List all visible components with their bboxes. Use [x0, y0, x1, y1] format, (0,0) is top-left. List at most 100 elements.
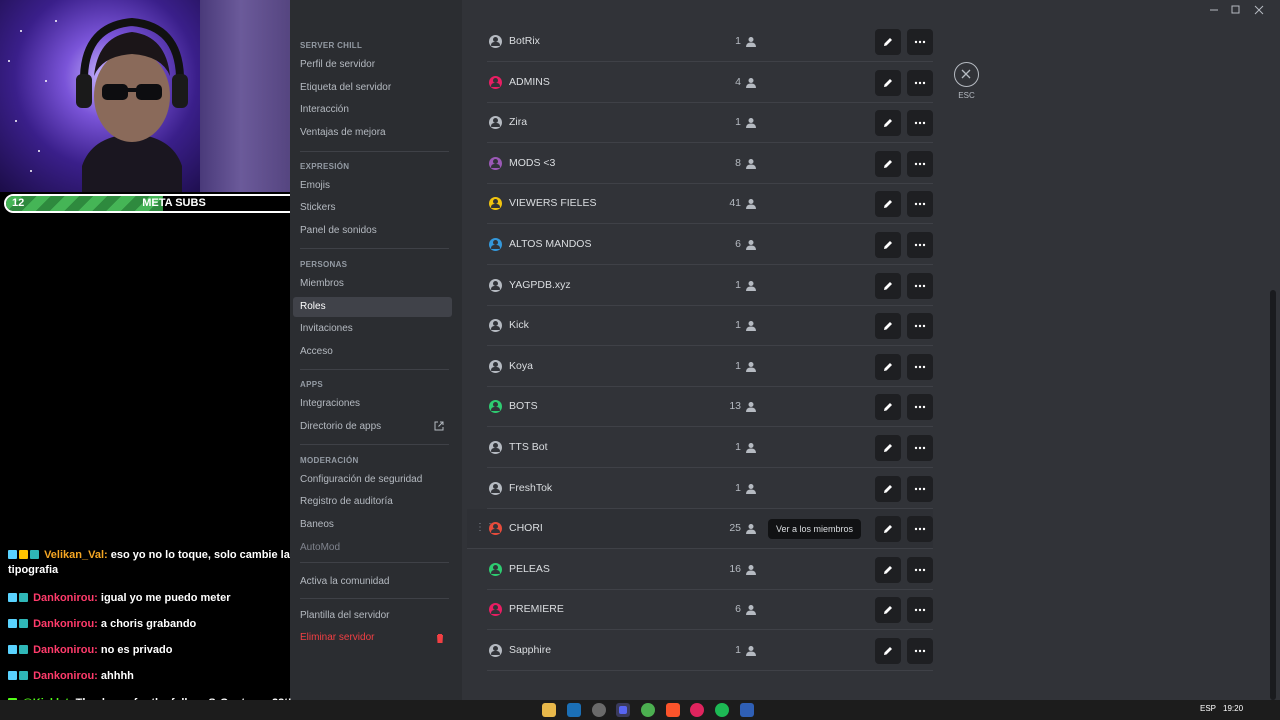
spotify-icon[interactable]	[715, 703, 729, 717]
role-row[interactable]: ADMINS 4	[487, 63, 933, 103]
steam-icon[interactable]	[567, 703, 581, 717]
sidebar-item-enable-community[interactable]: Activa la comunidad	[293, 572, 452, 592]
person-icon[interactable]	[745, 35, 757, 47]
sidebar-item-stickers[interactable]: Stickers	[293, 198, 452, 218]
sidebar-item-automod[interactable]: AutoMod	[293, 538, 452, 558]
language-indicator[interactable]: ESP	[1200, 704, 1216, 713]
sidebar-item-server-profile[interactable]: Perfil de servidor	[293, 55, 452, 75]
sidebar-item-integrations[interactable]: Integraciones	[293, 394, 452, 414]
more-options-button[interactable]	[907, 272, 933, 299]
role-row[interactable]: TTS Bot 1	[487, 428, 933, 468]
edit-role-button[interactable]	[875, 435, 901, 461]
edit-role-button[interactable]	[875, 353, 901, 380]
person-icon[interactable]	[745, 400, 757, 413]
role-member-count[interactable]: 1	[735, 319, 741, 331]
role-row[interactable]: Kick 1	[487, 306, 933, 347]
role-row[interactable]: ⋮⋮ CHORI 25 Ver a los miembros	[467, 509, 933, 550]
person-icon[interactable]	[745, 157, 757, 169]
role-member-count[interactable]: 1	[735, 644, 741, 656]
role-member-count[interactable]: 25	[729, 522, 741, 534]
person-icon[interactable]	[745, 644, 757, 656]
sidebar-item-soundboard[interactable]: Panel de sonidos	[293, 221, 452, 241]
more-options-button[interactable]	[907, 232, 933, 258]
more-options-button[interactable]	[907, 69, 933, 96]
clock[interactable]: 19:20	[1223, 704, 1243, 713]
role-row[interactable]: PELEAS 16	[487, 550, 933, 590]
more-options-button[interactable]	[907, 475, 933, 502]
sidebar-item-boost-perks[interactable]: Ventajas de mejora	[293, 123, 452, 143]
role-row[interactable]: VIEWERS FIELES 41	[487, 184, 933, 225]
role-member-count[interactable]: 13	[729, 400, 741, 412]
role-row[interactable]: BOTS 13	[487, 387, 933, 428]
role-member-count[interactable]: 1	[735, 35, 741, 47]
person-icon[interactable]	[745, 76, 757, 88]
chrome-icon[interactable]	[641, 703, 655, 717]
person-icon[interactable]	[745, 482, 757, 494]
edit-role-button[interactable]	[875, 556, 901, 583]
sidebar-item-delete-server[interactable]: Eliminar servidor	[293, 628, 452, 648]
close-settings-button[interactable]	[954, 62, 979, 87]
more-options-button[interactable]	[907, 191, 933, 218]
person-icon[interactable]	[745, 238, 757, 250]
person-icon[interactable]	[745, 563, 757, 575]
person-icon[interactable]	[745, 522, 757, 535]
role-row[interactable]: Sapphire 1	[487, 631, 933, 671]
role-member-count[interactable]: 6	[735, 603, 741, 615]
edit-role-button[interactable]	[875, 516, 901, 543]
person-icon[interactable]	[745, 319, 757, 332]
file-explorer-icon[interactable]	[542, 703, 556, 717]
sidebar-item-safety-setup[interactable]: Configuración de seguridad	[293, 470, 452, 490]
more-options-button[interactable]	[907, 556, 933, 583]
app-icon[interactable]	[740, 703, 754, 717]
more-options-button[interactable]	[907, 516, 933, 543]
sidebar-item-access[interactable]: Acceso	[293, 342, 452, 362]
person-icon[interactable]	[745, 603, 757, 616]
role-member-count[interactable]: 4	[735, 76, 741, 88]
person-icon[interactable]	[745, 279, 757, 291]
person-icon[interactable]	[745, 360, 757, 372]
role-member-count[interactable]: 1	[735, 441, 741, 453]
more-options-button[interactable]	[907, 394, 933, 421]
sidebar-item-emojis[interactable]: Emojis	[293, 176, 452, 196]
person-icon[interactable]	[745, 197, 757, 210]
sidebar-item-interaction[interactable]: Interacción	[293, 100, 452, 120]
role-row[interactable]: FreshTok 1	[487, 469, 933, 509]
sidebar-item-server-tag[interactable]: Etiqueta del servidor	[293, 78, 452, 98]
more-options-button[interactable]	[907, 29, 933, 55]
role-row[interactable]: PREMIERE 6	[487, 590, 933, 631]
brave-icon[interactable]	[666, 703, 680, 717]
role-row[interactable]: Koya 1	[487, 347, 933, 387]
edit-role-button[interactable]	[875, 394, 901, 421]
sidebar-item-app-directory[interactable]: Directorio de apps	[293, 417, 452, 437]
person-icon[interactable]	[745, 116, 757, 129]
role-row[interactable]: MODS <3 8	[487, 144, 933, 184]
edit-role-button[interactable]	[875, 191, 901, 218]
role-member-count[interactable]: 16	[729, 563, 741, 575]
role-member-count[interactable]: 41	[729, 197, 741, 209]
scrollbar[interactable]	[1270, 290, 1276, 700]
more-options-button[interactable]	[907, 353, 933, 380]
edit-role-button[interactable]	[875, 475, 901, 502]
role-member-count[interactable]: 1	[735, 279, 741, 291]
media-player-icon[interactable]	[690, 703, 704, 717]
sidebar-item-audit-log[interactable]: Registro de auditoría	[293, 492, 452, 512]
sidebar-item-members[interactable]: Miembros	[293, 274, 452, 294]
role-row[interactable]: ALTOS MANDOS 6	[487, 225, 933, 265]
more-options-button[interactable]	[907, 110, 933, 137]
edit-role-button[interactable]	[875, 110, 901, 137]
window-controls[interactable]	[1208, 4, 1268, 16]
edit-role-button[interactable]	[875, 597, 901, 624]
more-options-button[interactable]	[907, 435, 933, 461]
edit-role-button[interactable]	[875, 29, 901, 55]
more-options-button[interactable]	[907, 313, 933, 340]
role-row[interactable]: BotRix 1	[487, 22, 933, 62]
role-member-count[interactable]: 8	[735, 157, 741, 169]
role-member-count[interactable]: 1	[735, 482, 741, 494]
edit-role-button[interactable]	[875, 232, 901, 258]
sidebar-item-server-template[interactable]: Plantilla del servidor	[293, 606, 452, 626]
discord-icon[interactable]	[616, 703, 630, 717]
sidebar-item-roles[interactable]: Roles	[293, 297, 452, 317]
role-member-count[interactable]: 1	[735, 116, 741, 128]
edit-role-button[interactable]	[875, 638, 901, 664]
edit-role-button[interactable]	[875, 69, 901, 96]
